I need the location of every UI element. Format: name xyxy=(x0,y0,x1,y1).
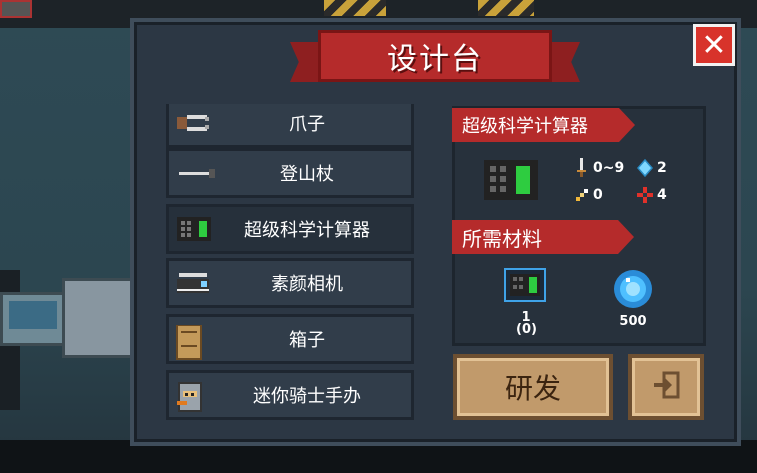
damage-value: 0~9 xyxy=(593,160,625,176)
materials-ribbon: 所需材料 xyxy=(452,220,634,254)
exit-icon xyxy=(650,369,682,405)
box-icon xyxy=(175,324,205,360)
knight-figure-icon xyxy=(175,381,205,412)
energy-diamond-icon xyxy=(637,158,653,181)
crit-blade-icon xyxy=(574,187,590,207)
walking-stick-icon xyxy=(175,159,215,187)
list-item-camera[interactable]: 素颜相机 xyxy=(166,258,414,308)
research-button[interactable]: 研发 xyxy=(453,354,613,420)
calculator-blueprint-icon xyxy=(504,268,546,306)
accuracy-crosshair-icon xyxy=(637,187,653,207)
list-item-box[interactable]: 箱子 xyxy=(166,314,414,364)
background-desk xyxy=(0,292,68,346)
exit-button[interactable] xyxy=(628,354,704,420)
list-item-label: 箱子 xyxy=(289,330,325,351)
hazard-stripe xyxy=(324,0,386,16)
energy-value: 2 xyxy=(657,160,667,176)
list-item-walking-stick[interactable]: 登山杖 xyxy=(166,148,414,198)
crit-value: 0 xyxy=(593,187,603,203)
list-item-mini-knight[interactable]: 迷你骑士手办 xyxy=(166,370,414,420)
accuracy-value: 4 xyxy=(657,187,667,203)
blueprint-count: 1 (0) xyxy=(516,310,537,337)
list-item-label: 超级科学计算器 xyxy=(244,220,370,241)
hazard-stripe xyxy=(478,0,534,16)
item-name-ribbon: 超级科学计算器 xyxy=(452,108,635,142)
list-item-label: 登山杖 xyxy=(280,164,334,185)
gem-cost: 500 xyxy=(619,314,647,329)
list-item-label: 爪子 xyxy=(289,114,325,135)
list-item-super-calculator[interactable]: 超级科学计算器 xyxy=(166,204,414,254)
camera-icon xyxy=(175,269,209,297)
list-item-label: 素颜相机 xyxy=(271,274,343,295)
claw-icon xyxy=(175,109,209,137)
blueprint-list[interactable]: 爪子 登山杖 超级科学计算器 素颜相机 箱子 迷你骑士手办 xyxy=(166,104,416,422)
page-title: 设计台 xyxy=(318,30,552,82)
list-item-label: 迷你骑士手办 xyxy=(253,386,361,407)
calculator-icon xyxy=(175,215,211,243)
background-workbench xyxy=(62,278,138,358)
list-item-claw[interactable]: 爪子 xyxy=(166,104,414,148)
title-ribbon: 设计台 xyxy=(290,24,580,84)
close-button[interactable]: ✕ xyxy=(693,24,735,66)
background-sign xyxy=(0,0,32,18)
calculator-icon xyxy=(482,158,540,206)
blue-gem-icon xyxy=(612,268,654,314)
sword-damage-icon xyxy=(574,158,588,182)
